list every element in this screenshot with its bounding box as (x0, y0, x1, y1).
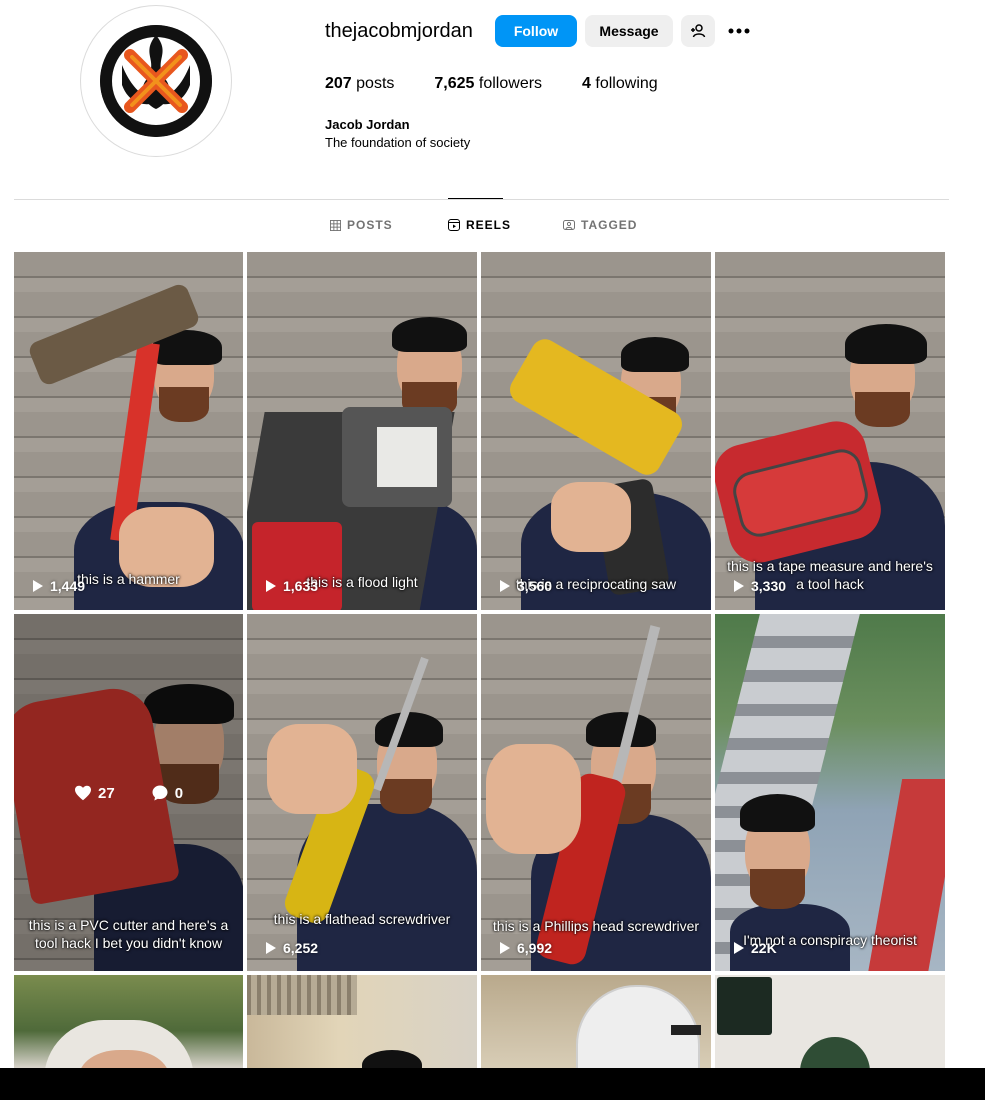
thumb-cap (621, 337, 689, 372)
followers-count: 7,625 (434, 75, 475, 92)
reel-views-count: 6,992 (517, 940, 553, 956)
play-icon (33, 580, 43, 592)
thumb-roof (247, 975, 357, 1015)
tabs-divider (14, 199, 949, 200)
likes-stat: 27 (74, 784, 115, 802)
follow-button[interactable]: Follow (495, 15, 577, 47)
thumb-beard (855, 392, 910, 427)
profile-avatar[interactable] (80, 5, 232, 157)
reel-views-count: 22K (751, 940, 777, 956)
reel-tile[interactable]: this is a reciprocating saw 3,560 (481, 252, 711, 610)
tab-tagged-label: TAGGED (581, 218, 638, 232)
grid-icon (330, 219, 341, 231)
reel-caption: this is a flathead screwdriver (273, 911, 451, 927)
reel-tile[interactable]: this is a tape measure and here's a tool… (715, 252, 945, 610)
tab-posts[interactable]: POSTS (330, 218, 393, 232)
reel-views-count: 1,449 (50, 578, 86, 594)
reel-tile[interactable] (715, 975, 945, 1068)
posts-stat: 207 posts (325, 75, 394, 93)
profile-bio: The foundation of society (325, 135, 471, 150)
reel-views-count: 3,330 (751, 578, 787, 594)
reel-tile[interactable] (481, 975, 711, 1068)
ellipsis-icon (728, 28, 750, 34)
thumb-cap (740, 794, 815, 832)
followers-stat[interactable]: 7,625 followers (434, 75, 542, 93)
reel-tile[interactable] (247, 975, 477, 1068)
posts-label: posts (356, 75, 395, 92)
thumb-hardhat-stripe (671, 1025, 701, 1035)
reel-tile[interactable]: I'm not a conspiracy theorist 22K (715, 614, 945, 971)
comment-icon (152, 785, 168, 801)
thumb-beard (750, 869, 805, 909)
play-icon (266, 580, 276, 592)
reel-views-count: 3,560 (517, 578, 553, 594)
thumb-inset-image (717, 977, 772, 1035)
play-icon (500, 942, 510, 954)
following-stat[interactable]: 4 following (582, 75, 658, 93)
heart-icon (75, 785, 91, 801)
add-user-icon (691, 24, 706, 38)
reel-tile[interactable]: this is a flathead screwdriver 6,252 (247, 614, 477, 971)
reel-views: 3,330 (733, 578, 786, 594)
following-label: following (595, 75, 658, 92)
comments-stat: 0 (151, 784, 183, 802)
following-count: 4 (582, 75, 591, 92)
followers-label: followers (478, 75, 543, 92)
thumb-cap (375, 712, 443, 747)
tab-posts-label: POSTS (347, 218, 393, 232)
flame-logo-icon (100, 25, 212, 137)
reel-tile[interactable]: this is a Phillips head screwdriver 6,99… (481, 614, 711, 971)
thumb-battery (252, 522, 342, 610)
comments-count: 0 (174, 784, 184, 802)
reel-views-count: 6,252 (283, 940, 319, 956)
thumb-floodlight-lens (377, 427, 437, 487)
play-icon (266, 942, 276, 954)
message-button[interactable]: Message (585, 15, 673, 47)
profile-full-name: Jacob Jordan (325, 117, 410, 132)
thumb-hand (486, 744, 581, 854)
reels-icon (448, 219, 460, 231)
reel-views: 3,560 (499, 578, 552, 594)
reel-caption: this is a PVC cutter and here's a tool h… (28, 917, 229, 951)
profile-username: thejacobmjordan (325, 20, 473, 42)
more-options-button[interactable] (725, 18, 753, 44)
bottom-bar (0, 1068, 985, 1100)
likes-count: 27 (98, 784, 115, 802)
tab-reels[interactable]: REELS (448, 218, 511, 232)
thumb-hand (267, 724, 357, 814)
reel-tile[interactable] (14, 975, 243, 1068)
posts-count: 207 (325, 75, 352, 92)
play-icon (734, 942, 744, 954)
thumb-hand (551, 482, 631, 552)
tagged-icon (563, 220, 575, 230)
reel-views: 1,633 (265, 578, 318, 594)
reel-views-count: 1,633 (283, 578, 319, 594)
reel-views: 6,252 (265, 940, 318, 956)
tab-reels-label: REELS (466, 218, 512, 232)
reel-tile[interactable]: this is a hammer 1,449 (14, 252, 243, 610)
reel-tile[interactable]: this is a flood light 1,633 (247, 252, 477, 610)
play-icon (734, 580, 744, 592)
suggest-user-button[interactable] (681, 15, 715, 47)
avatar-logo (100, 25, 212, 137)
thumb-cap (845, 324, 927, 364)
thumb-beard (380, 779, 432, 814)
tab-tagged[interactable]: TAGGED (563, 218, 637, 232)
play-icon (500, 580, 510, 592)
active-tab-indicator (448, 198, 503, 199)
reel-views: 1,449 (32, 578, 85, 594)
profile-stats: 207 posts 7,625 followers 4 following (325, 75, 698, 93)
reel-views: 22K (733, 940, 777, 956)
thumb-cap (392, 317, 467, 352)
reel-caption: this is a Phillips head screwdriver (492, 918, 700, 934)
reel-views: 6,992 (499, 940, 552, 956)
reel-engagement: 27 0 (74, 784, 183, 802)
reel-tile[interactable]: 27 0 this is a PVC cutter and here's a t… (14, 614, 243, 971)
thumb-beard (159, 387, 209, 422)
